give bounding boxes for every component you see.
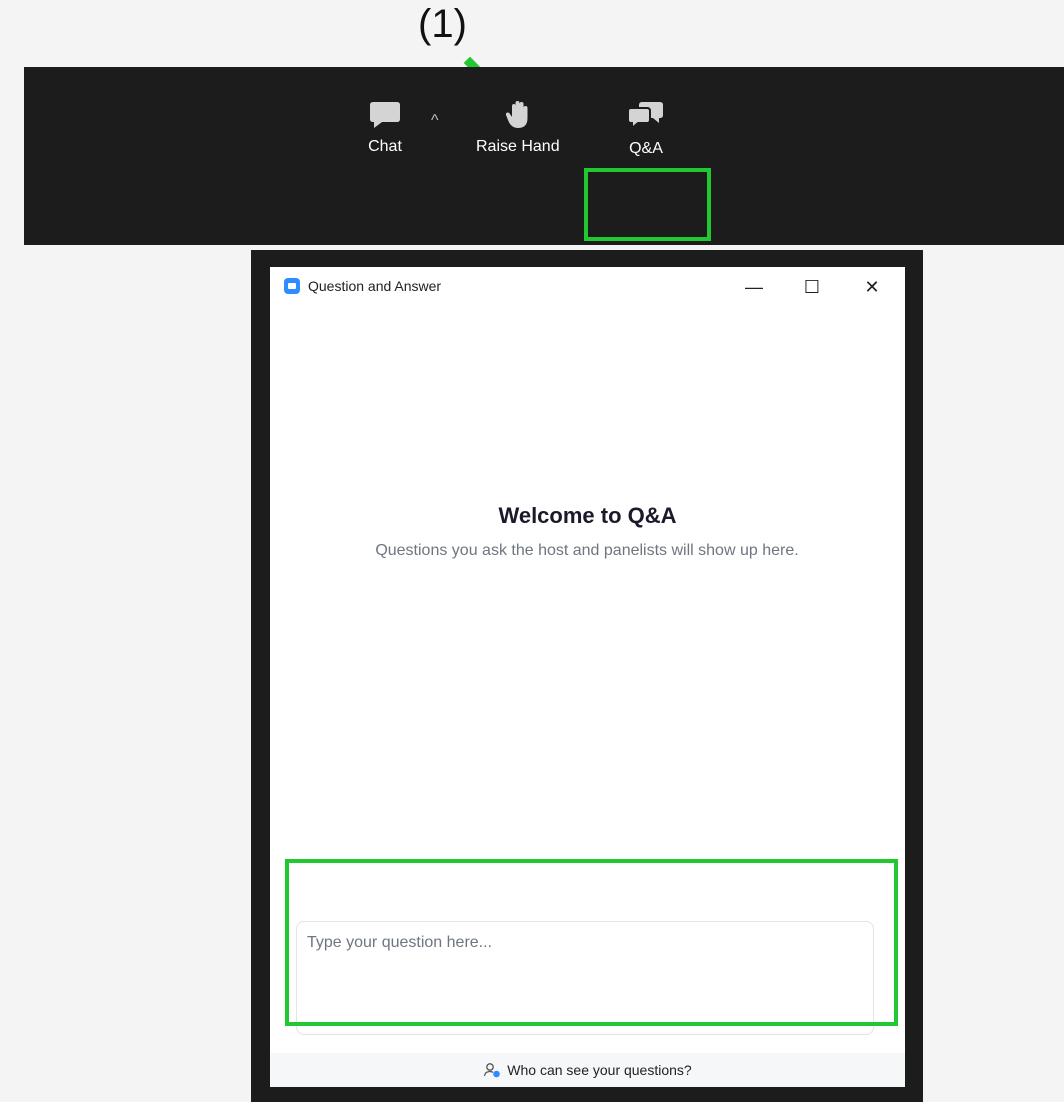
- toolbar-raise-hand-button[interactable]: Raise Hand: [476, 100, 560, 156]
- question-input-highlight-box: [285, 859, 898, 1026]
- minimize-button[interactable]: —: [734, 271, 774, 303]
- maximize-button[interactable]: ☐: [792, 271, 832, 303]
- people-visibility-icon: [483, 1062, 501, 1078]
- chat-options-caret[interactable]: ^: [431, 112, 439, 130]
- toolbar-raise-hand-label: Raise Hand: [476, 138, 560, 155]
- who-can-see-link[interactable]: Who can see your questions?: [507, 1062, 691, 1078]
- window-title: Question and Answer: [308, 278, 442, 294]
- chat-bubble-icon: [370, 102, 400, 128]
- qa-button-highlight-box: [584, 168, 711, 241]
- toolbar-chat-label: Chat: [368, 138, 402, 155]
- qa-bubbles-icon: [627, 102, 663, 131]
- close-button[interactable]: ✕: [852, 271, 892, 303]
- raise-hand-icon: [505, 101, 528, 128]
- window-titlebar[interactable]: Question and Answer — ☐ ✕: [270, 267, 905, 307]
- toolbar-qa-button[interactable]: Q&A: [626, 100, 666, 158]
- toolbar-qa-label: Q&A: [629, 140, 663, 157]
- welcome-subtitle: Questions you ask the host and panelists…: [375, 542, 799, 559]
- visibility-info-bar[interactable]: Who can see your questions?: [270, 1053, 905, 1087]
- zoom-logo-icon: [284, 278, 300, 294]
- toolbar-chat-button[interactable]: Chat: [368, 100, 402, 156]
- welcome-heading: Welcome to Q&A: [498, 503, 677, 528]
- meeting-toolbar: [24, 67, 1064, 245]
